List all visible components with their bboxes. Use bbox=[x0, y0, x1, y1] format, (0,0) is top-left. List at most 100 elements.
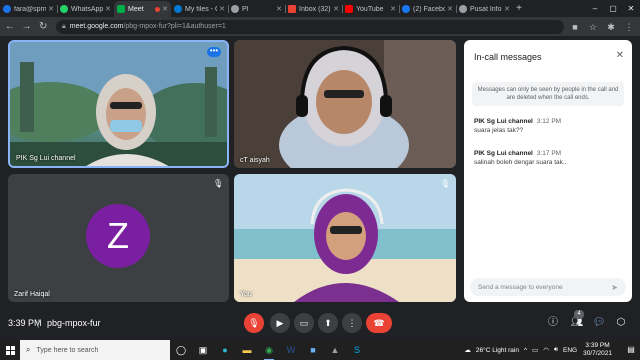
browser-tab-strip: fara@sprm ✕ WhatsApp ✕ Meet ✕ My files -… bbox=[0, 0, 640, 17]
windows-logo-icon bbox=[5, 345, 15, 355]
close-icon[interactable]: ✕ bbox=[504, 5, 510, 13]
skype-icon[interactable]: S bbox=[346, 340, 368, 360]
browser-tab[interactable]: WhatsApp ✕ bbox=[57, 1, 114, 17]
participant-name: cT aisyah bbox=[240, 157, 270, 164]
chat-message-input[interactable]: Send a message to everyone ➤ bbox=[470, 278, 626, 296]
onedrive-icon bbox=[174, 5, 182, 13]
edge-icon[interactable]: ● bbox=[214, 340, 236, 360]
store-icon[interactable]: ■ bbox=[302, 340, 324, 360]
chat-title: In-call messages bbox=[474, 52, 542, 62]
back-icon[interactable]: ← bbox=[3, 20, 17, 34]
message-text: suara jelas tak?? bbox=[474, 127, 524, 134]
present-button[interactable]: ⬆ bbox=[318, 313, 338, 333]
chat-message: PIK Sg Lui channel 3:12 PM suara jelas ta… bbox=[474, 118, 624, 134]
camera-in-use-icon[interactable]: ■ bbox=[568, 20, 582, 34]
new-tab-button[interactable]: + bbox=[513, 1, 525, 17]
video-tile-zarif[interactable]: 🎙︎ Z Zarif Haiqal bbox=[8, 174, 229, 302]
more-options-button[interactable]: ⋮ bbox=[342, 313, 362, 333]
language-indicator[interactable]: ENG bbox=[563, 347, 577, 354]
camera-toggle-button[interactable]: ▶ bbox=[270, 313, 290, 333]
taskbar-search-input[interactable]: ⌕ Type here to search bbox=[20, 340, 170, 360]
globe-icon bbox=[231, 5, 239, 13]
close-chat-icon[interactable]: ✕ bbox=[616, 50, 624, 61]
tab-label: PI bbox=[242, 5, 249, 13]
bookmark-star-icon[interactable]: ☆ bbox=[586, 20, 600, 34]
tab-label: fara@sprm bbox=[14, 5, 47, 13]
word-icon[interactable]: W bbox=[280, 340, 302, 360]
network-icon[interactable]: ◠ bbox=[543, 346, 549, 354]
participant-name: You bbox=[240, 291, 252, 298]
tab-label: Meet bbox=[128, 5, 144, 13]
more-options-button[interactable]: ••• bbox=[207, 47, 221, 57]
forward-icon[interactable]: → bbox=[20, 20, 34, 34]
message-sender: PIK Sg Lui channel bbox=[474, 118, 533, 125]
hang-up-icon: ☎ bbox=[373, 318, 385, 328]
system-tray: ☁ 26°C Light rain ^ ▭ ◠ 🔊︎ ENG 3:39 PM 3… bbox=[459, 342, 640, 358]
close-icon[interactable]: ✕ bbox=[105, 5, 111, 13]
browser-tab[interactable]: Inbox (32) ✕ bbox=[285, 1, 342, 17]
chat-icon[interactable]: 💬︎ bbox=[592, 316, 606, 330]
mic-toggle-button[interactable]: 🎙︎ bbox=[244, 313, 264, 333]
notifications-icon[interactable]: ▤ bbox=[625, 344, 637, 356]
app-icon[interactable]: ▲ bbox=[324, 340, 346, 360]
video-tile-pik[interactable]: ••• PIK Sg Lui channel bbox=[8, 40, 229, 168]
youtube-icon bbox=[345, 5, 353, 13]
more-vert-icon: ⋮ bbox=[347, 318, 357, 328]
divider: | bbox=[37, 318, 40, 328]
taskbar-clock[interactable]: 3:39 PM 30/7/2021 bbox=[583, 342, 612, 358]
chat-info-note: Messages can only be seen by people in t… bbox=[472, 82, 624, 106]
avatar: Z bbox=[86, 204, 150, 268]
mic-muted-icon: 🎙︎ bbox=[440, 179, 451, 188]
browser-tab[interactable]: YouTube ✕ bbox=[342, 1, 399, 17]
extensions-icon[interactable]: ✱ bbox=[604, 20, 618, 34]
whatsapp-icon bbox=[60, 5, 68, 13]
close-window-icon[interactable]: ✕ bbox=[622, 0, 640, 17]
close-icon[interactable]: ✕ bbox=[162, 5, 168, 13]
close-icon[interactable]: ✕ bbox=[48, 5, 54, 13]
participant-video bbox=[10, 42, 227, 166]
chrome-icon[interactable]: ◉ bbox=[258, 340, 280, 360]
file-explorer-icon[interactable]: ▬ bbox=[236, 340, 258, 360]
task-view-icon[interactable]: ◯ bbox=[170, 340, 192, 360]
tab-label: Inbox (32) bbox=[299, 5, 331, 13]
browser-tab[interactable]: My files - C ✕ bbox=[171, 1, 228, 17]
close-icon[interactable]: ✕ bbox=[219, 5, 225, 13]
close-icon[interactable]: ✕ bbox=[276, 5, 282, 13]
browser-toolbar: ← → ↻ 🔒︎ meet.google.com/pbg-mpox-fur?pl… bbox=[0, 17, 640, 36]
close-icon[interactable]: ✕ bbox=[390, 5, 396, 13]
minimize-icon[interactable]: – bbox=[586, 0, 604, 17]
send-icon[interactable]: ➤ bbox=[611, 283, 618, 292]
search-icon: ⌕ bbox=[26, 345, 31, 354]
participant-video bbox=[234, 174, 456, 302]
close-icon[interactable]: ✕ bbox=[447, 5, 453, 13]
menu-icon[interactable]: ⋮ bbox=[622, 20, 636, 34]
activities-icon[interactable]: ⬡ bbox=[614, 316, 628, 330]
meeting-details-icon[interactable]: ⓘ bbox=[546, 316, 560, 330]
gmail-icon bbox=[288, 5, 296, 13]
maximize-icon[interactable]: ▢ bbox=[604, 0, 622, 17]
browser-tab[interactable]: PI ✕ bbox=[228, 1, 285, 17]
close-icon[interactable]: ✕ bbox=[333, 5, 339, 13]
task-switch-icon[interactable]: ▣ bbox=[192, 340, 214, 360]
weather-text[interactable]: 26°C Light rain bbox=[476, 347, 519, 354]
leave-call-button[interactable]: ☎ bbox=[366, 313, 392, 333]
start-button[interactable] bbox=[0, 340, 20, 360]
tray-chevron-icon[interactable]: ^ bbox=[524, 347, 527, 354]
address-bar[interactable]: 🔒︎ meet.google.com/pbg-mpox-fur?pli=1&au… bbox=[56, 19, 565, 34]
lock-icon[interactable]: 🔒︎ bbox=[62, 23, 66, 31]
weather-icon[interactable]: ☁ bbox=[464, 346, 471, 354]
battery-icon[interactable]: ▭ bbox=[532, 346, 538, 354]
toolbar-actions: ■ ☆ ✱ ⋮ bbox=[564, 20, 636, 34]
message-time: 3:17 PM bbox=[536, 150, 562, 157]
video-tile-self[interactable]: 🎙︎ You bbox=[234, 174, 456, 302]
browser-tab[interactable]: Pusat Inform ✕ bbox=[456, 1, 513, 17]
meet-stage: ••• PIK Sg Lui channel cT aisyah 🎙︎ Z Za… bbox=[0, 36, 640, 308]
reload-icon[interactable]: ↻ bbox=[36, 20, 50, 34]
browser-tab-active[interactable]: Meet ✕ bbox=[114, 1, 171, 17]
video-tile-aisyah[interactable]: cT aisyah bbox=[234, 40, 456, 168]
tab-label: (2) Facebo bbox=[413, 5, 446, 13]
captions-button[interactable]: ▭ bbox=[294, 313, 314, 333]
volume-icon[interactable]: 🔊︎ bbox=[554, 346, 558, 354]
browser-tab[interactable]: fara@sprm ✕ bbox=[0, 1, 57, 17]
browser-tab[interactable]: (2) Facebo ✕ bbox=[399, 1, 456, 17]
